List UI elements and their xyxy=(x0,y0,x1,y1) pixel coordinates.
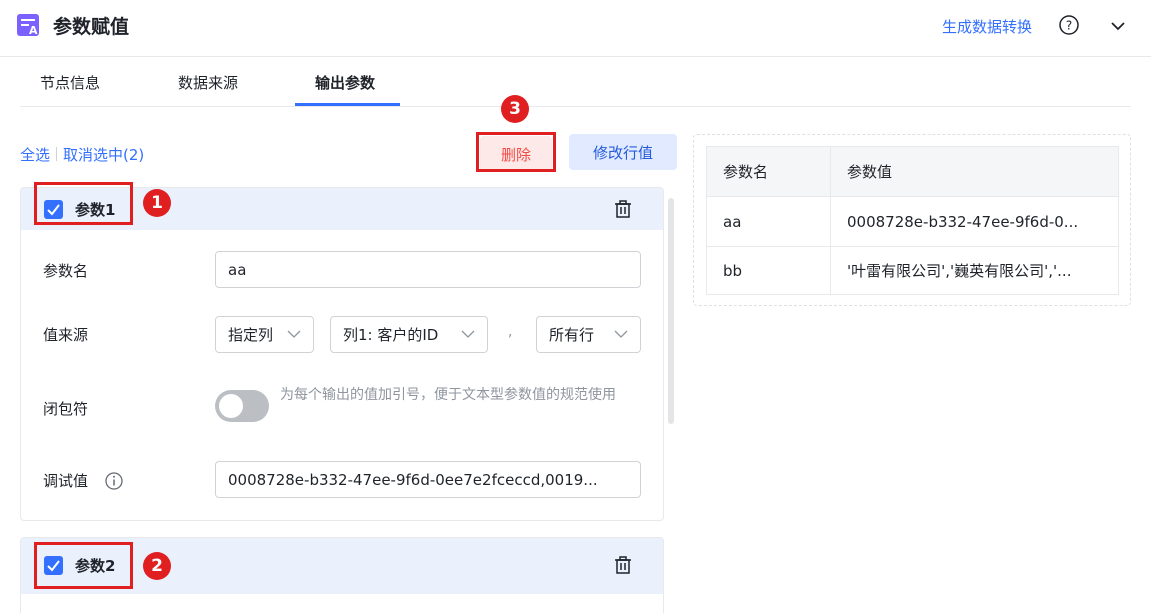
param-card-1: 参数1 参数名 aa 值来源 指定列 列1: 客户的ID , 所有行 闭包符 为… xyxy=(20,187,664,521)
trash-icon[interactable] xyxy=(613,199,633,219)
selection-links: 全选 取消选中(2) xyxy=(20,144,144,165)
source-type-select[interactable]: 指定列 xyxy=(215,316,314,353)
source-column-select[interactable]: 列1: 客户的ID xyxy=(330,316,488,353)
toggle-knob xyxy=(219,394,243,418)
generate-conversion-link[interactable]: 生成数据转换 xyxy=(942,16,1032,37)
table-row: bb '叶雷有限公司','巍英有限公司','... xyxy=(707,247,1118,294)
wrap-char-label: 闭包符 xyxy=(43,400,89,418)
result-panel: 参数名 参数值 aa 0008728e-b332-47ee-9f6d-0... … xyxy=(693,134,1131,306)
source-rows-select[interactable]: 所有行 xyxy=(536,316,641,353)
param-checkbox[interactable] xyxy=(44,200,63,219)
step-marker-1: 1 xyxy=(143,189,171,217)
chevron-down-icon xyxy=(614,330,628,338)
help-circle-icon[interactable]: ? xyxy=(1058,14,1080,36)
svg-text:A: A xyxy=(29,24,38,36)
divider xyxy=(56,147,58,161)
check-icon xyxy=(47,204,60,216)
step-marker-2: 2 xyxy=(143,552,171,580)
table-header-row: 参数名 参数值 xyxy=(707,147,1118,197)
tab-data-source[interactable]: 数据来源 xyxy=(178,72,238,93)
chevron-down-icon xyxy=(461,330,475,338)
result-table: 参数名 参数值 aa 0008728e-b332-47ee-9f6d-0... … xyxy=(706,146,1119,295)
scrollbar[interactable] xyxy=(668,198,674,424)
step-marker-3: 3 xyxy=(501,95,529,123)
param-name-label: 参数名 xyxy=(43,262,89,280)
param-card-2: 参数2 xyxy=(20,537,664,613)
edit-row-value-button[interactable]: 修改行值 xyxy=(569,134,677,170)
wrap-char-toggle[interactable] xyxy=(215,390,269,422)
debug-value-input[interactable]: 0008728e-b332-47ee-9f6d-0ee7e2fceccd,001… xyxy=(215,461,641,498)
chevron-down-icon xyxy=(287,330,301,338)
param-title: 参数1 xyxy=(75,201,116,219)
tab-output-params[interactable]: 输出参数 xyxy=(315,72,375,93)
separator-text: , xyxy=(508,324,513,340)
table-cell: bb xyxy=(707,247,831,294)
page-title: 参数赋值 xyxy=(53,16,130,38)
deselect-link[interactable]: 取消选中(2) xyxy=(63,146,144,164)
param-name-input[interactable]: aa xyxy=(215,251,641,288)
tab-bar: 节点信息 数据来源 输出参数 xyxy=(20,58,1131,107)
column-header-value: 参数值 xyxy=(847,163,893,181)
active-tab-indicator xyxy=(295,103,400,106)
table-cell: aa xyxy=(707,197,831,246)
table-cell: '叶雷有限公司','巍英有限公司','... xyxy=(847,262,1072,280)
param-title: 参数2 xyxy=(75,557,116,575)
svg-text:?: ? xyxy=(1066,19,1072,33)
value-source-label: 值来源 xyxy=(43,326,89,344)
delete-button[interactable]: 删除 xyxy=(480,136,552,172)
table-cell: 0008728e-b332-47ee-9f6d-0... xyxy=(847,212,1079,231)
info-icon[interactable] xyxy=(104,471,124,491)
param-card-header: 参数2 xyxy=(21,538,663,594)
source-column-value: 列1: 客户的ID xyxy=(343,326,439,344)
check-icon xyxy=(47,560,60,572)
parameter-assign-icon: A xyxy=(17,14,39,36)
table-row: aa 0008728e-b332-47ee-9f6d-0... xyxy=(707,197,1118,247)
wrap-char-description: 为每个输出的值加引号，便于文本型参数值的规范使用 xyxy=(280,387,616,403)
column-header-name: 参数名 xyxy=(707,147,831,196)
tab-node-info[interactable]: 节点信息 xyxy=(40,72,100,93)
source-rows-value: 所有行 xyxy=(549,326,595,344)
param-card-header: 参数1 xyxy=(21,188,663,230)
chevron-down-icon[interactable] xyxy=(1108,16,1128,36)
param-checkbox[interactable] xyxy=(44,556,63,575)
source-type-value: 指定列 xyxy=(228,326,274,344)
debug-value-label: 调试值 xyxy=(43,472,89,490)
trash-icon[interactable] xyxy=(613,555,633,575)
select-all-link[interactable]: 全选 xyxy=(20,146,50,164)
page-header: A 参数赋值 生成数据转换 ? xyxy=(0,0,1151,57)
